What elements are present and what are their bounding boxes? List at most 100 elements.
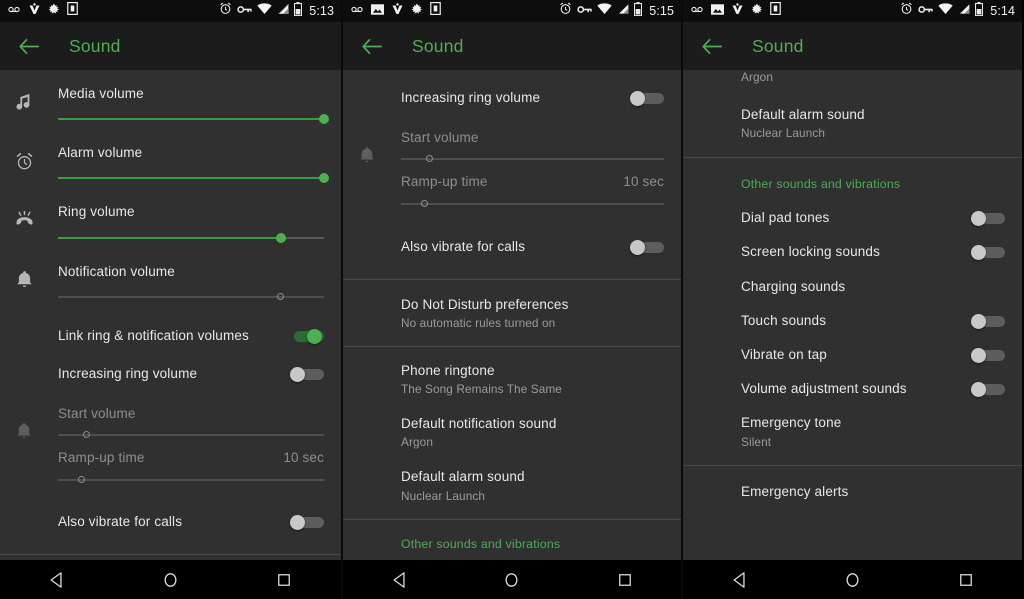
- row-link-volumes[interactable]: Link ring & notification volumes: [0, 305, 341, 344]
- row-touch-sounds[interactable]: Touch sounds: [683, 295, 1022, 329]
- slider-thumb[interactable]: [319, 114, 329, 125]
- toggle-thumb: [971, 245, 986, 261]
- back-button[interactable]: [697, 31, 727, 61]
- row-volume-adjustment-sounds[interactable]: Volume adjustment sounds: [683, 363, 1022, 398]
- row-increasing-ring-volume[interactable]: Increasing ring volume: [343, 70, 681, 107]
- media-volume-slider[interactable]: [58, 111, 329, 127]
- nav-home-button[interactable]: [148, 565, 192, 595]
- slider-fill: [58, 177, 324, 180]
- nav-back-button[interactable]: [377, 565, 421, 595]
- nav-home-icon: [164, 572, 177, 587]
- navigation-bar[interactable]: [683, 560, 1022, 599]
- row-sublabel: Argon: [741, 70, 773, 84]
- settings-list-2[interactable]: Increasing ring volume Start volume Ramp…: [343, 70, 681, 599]
- row-alarm-volume[interactable]: Alarm volume: [0, 127, 341, 186]
- row-label: Default alarm sound: [741, 107, 865, 122]
- screen-locking-sounds-toggle[interactable]: [971, 245, 1005, 261]
- row-emergency-alerts[interactable]: Emergency alerts: [683, 466, 1022, 500]
- nav-back-icon: [393, 571, 405, 588]
- phone-screen-1: 5:13 Sound Media volume Alarm volume Rin…: [0, 0, 341, 599]
- row-default-notification-sound-partial[interactable]: Argon: [683, 70, 1022, 84]
- row-label: Phone ringtone: [401, 362, 495, 378]
- vibrate-calls-toggle[interactable]: [290, 514, 324, 530]
- signal-icon: [277, 2, 289, 20]
- row-dnd-preferences[interactable]: Do Not Disturb preferences No automatic …: [343, 280, 681, 330]
- settings-list-1[interactable]: Media volume Alarm volume Ring volume No…: [0, 70, 341, 599]
- wifi-icon: [597, 2, 612, 20]
- slider-thumb[interactable]: [276, 232, 287, 243]
- row-default-notification-sound[interactable]: Default notification sound Argon: [343, 396, 681, 449]
- row-vibrate-for-calls[interactable]: Also vibrate for calls: [0, 488, 341, 554]
- row-screen-locking-sounds[interactable]: Screen locking sounds: [683, 226, 1022, 261]
- app-badge-icon: [430, 2, 441, 20]
- ring-volume-slider[interactable]: [58, 230, 324, 246]
- nav-home-button[interactable]: [831, 565, 875, 595]
- wifi-icon: [257, 2, 272, 20]
- arrow-back-icon: [702, 38, 722, 54]
- signal-icon: [958, 2, 970, 20]
- row-phone-ringtone[interactable]: Phone ringtone The Song Remains The Same: [343, 347, 681, 396]
- back-button[interactable]: [357, 31, 387, 61]
- nav-recents-button[interactable]: [944, 565, 988, 595]
- battery-icon: [975, 1, 984, 21]
- ramp-up-slider: [401, 196, 664, 212]
- row-label: Link ring & notification volumes: [58, 327, 249, 343]
- slider-thumb: [83, 431, 91, 439]
- nav-recents-icon: [618, 573, 631, 586]
- row-label: Notification volume: [58, 263, 175, 279]
- toggle-thumb: [971, 348, 986, 364]
- vibrate-calls-toggle[interactable]: [630, 239, 664, 255]
- increasing-ring-toggle[interactable]: [630, 91, 664, 107]
- v-badge-icon: [28, 2, 41, 20]
- nav-home-button[interactable]: [490, 565, 534, 595]
- row-vibrate-on-tap[interactable]: Vibrate on tap: [683, 329, 1022, 364]
- status-bar-clock: 5:15: [649, 4, 674, 18]
- navigation-bar[interactable]: [0, 560, 341, 599]
- touch-sounds-toggle[interactable]: [971, 313, 1005, 329]
- dial-pad-tones-toggle[interactable]: [971, 211, 1005, 227]
- toggle-thumb: [630, 91, 645, 107]
- status-bar-clock: 5:14: [990, 4, 1015, 18]
- start-volume-slider: [401, 151, 664, 167]
- alarm-icon: [559, 2, 572, 20]
- navigation-bar[interactable]: [343, 560, 681, 599]
- toggle-thumb: [630, 239, 645, 255]
- start-volume-label: Start volume: [401, 130, 479, 146]
- vibrate-on-tap-toggle[interactable]: [971, 348, 1005, 364]
- slider-thumb: [420, 199, 428, 207]
- wifi-icon: [938, 2, 953, 20]
- row-dial-pad-tones[interactable]: Dial pad tones: [683, 191, 1022, 227]
- image-icon: [371, 2, 384, 20]
- row-default-alarm-sound[interactable]: Default alarm sound Nuclear Launch: [683, 84, 1022, 157]
- voicemail-icon: [7, 2, 21, 20]
- row-ring-volume[interactable]: Ring volume: [0, 186, 341, 245]
- nav-recents-button[interactable]: [603, 565, 647, 595]
- status-bar-clock: 5:13: [309, 4, 334, 18]
- row-charging-sounds[interactable]: Charging sounds: [683, 261, 1022, 295]
- row-emergency-tone[interactable]: Emergency tone Silent: [683, 397, 1022, 464]
- row-increasing-ring-volume[interactable]: Increasing ring volume: [0, 344, 341, 383]
- start-volume-label: Start volume: [58, 406, 136, 422]
- ramp-up-label: Ramp-up time: [401, 174, 488, 190]
- back-button[interactable]: [14, 31, 44, 61]
- volume-adjustment-sounds-toggle[interactable]: [971, 382, 1005, 398]
- slider-track: [401, 202, 664, 205]
- row-label: Screen locking sounds: [741, 244, 880, 260]
- row-vibrate-for-calls[interactable]: Also vibrate for calls: [343, 212, 681, 279]
- settings-list-3[interactable]: Argon Default alarm sound Nuclear Launch…: [683, 70, 1022, 599]
- row-media-volume[interactable]: Media volume: [0, 70, 341, 127]
- nav-back-button[interactable]: [35, 565, 79, 595]
- alarm-volume-slider[interactable]: [58, 170, 329, 186]
- nav-recents-icon: [959, 573, 972, 586]
- increasing-ring-toggle[interactable]: [290, 367, 324, 383]
- alarm-icon: [219, 2, 232, 20]
- nav-recents-button[interactable]: [262, 565, 306, 595]
- bell-dim-icon: [355, 143, 379, 167]
- v-badge-icon: [391, 2, 404, 20]
- link-volumes-toggle[interactable]: [290, 328, 324, 344]
- slider-thumb[interactable]: [319, 173, 329, 184]
- row-default-alarm-sound[interactable]: Default alarm sound Nuclear Launch: [343, 449, 681, 518]
- ringer-phone-icon: [12, 208, 36, 232]
- nav-back-button[interactable]: [718, 565, 762, 595]
- section-header-other-sounds: Other sounds and vibrations: [683, 158, 1022, 191]
